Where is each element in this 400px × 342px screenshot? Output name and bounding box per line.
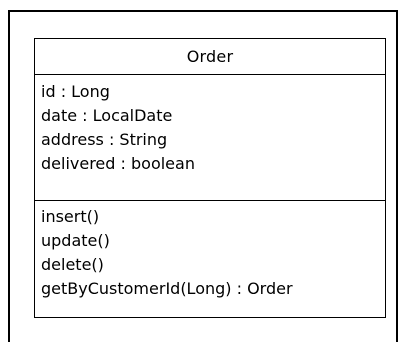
uml-class-order: Order id : Long date : LocalDate address…	[34, 38, 386, 318]
operation-delete: delete()	[41, 255, 104, 274]
attribute-delivered: delivered : boolean	[41, 154, 195, 173]
operation-update: update()	[41, 231, 110, 250]
attributes-compartment: id : Long date : LocalDate address : Str…	[35, 75, 385, 201]
attribute-id: id : Long	[41, 82, 110, 101]
class-name: Order	[35, 39, 385, 75]
operation-get-by-customer-id: getByCustomerId(Long) : Order	[41, 279, 293, 298]
attribute-date: date : LocalDate	[41, 106, 173, 125]
operations-compartment: insert() update() delete() getByCustomer…	[35, 201, 385, 301]
attribute-address: address : String	[41, 130, 168, 149]
operation-insert: insert()	[41, 207, 100, 226]
